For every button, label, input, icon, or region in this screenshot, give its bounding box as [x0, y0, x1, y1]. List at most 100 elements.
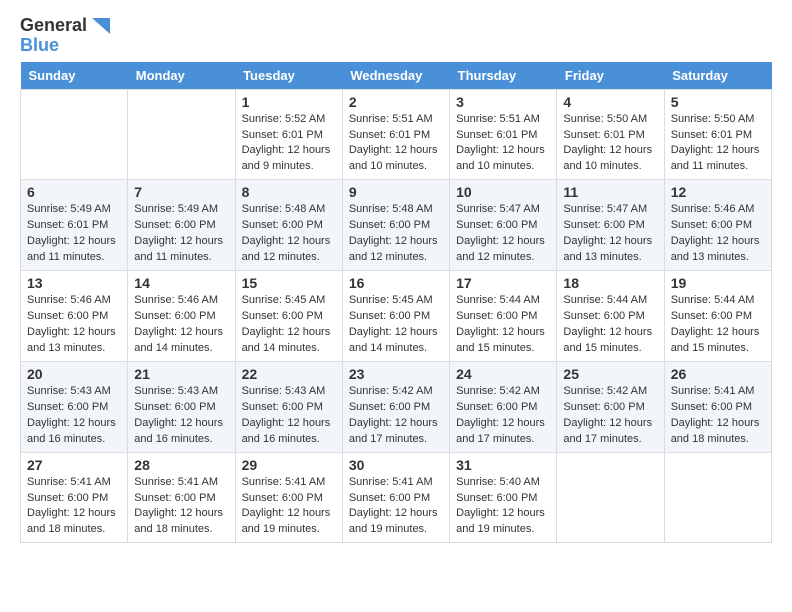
calendar-cell: 2 Sunrise: 5:51 AMSunset: 6:01 PMDaylight…	[342, 89, 449, 180]
day-info: Sunrise: 5:48 AMSunset: 6:00 PMDaylight:…	[242, 202, 336, 266]
calendar-cell: 12 Sunrise: 5:46 AMSunset: 6:00 PMDayligh…	[664, 180, 771, 271]
logo-text: General Blue	[20, 16, 110, 56]
day-info: Sunrise: 5:41 AMSunset: 6:00 PMDaylight:…	[242, 475, 336, 539]
day-number: 15	[242, 275, 336, 291]
page-header: General Blue	[20, 16, 772, 56]
calendar-cell: 17 Sunrise: 5:44 AMSunset: 6:00 PMDayligh…	[450, 271, 557, 362]
day-info: Sunrise: 5:51 AMSunset: 6:01 PMDaylight:…	[456, 112, 550, 176]
day-info: Sunrise: 5:46 AMSunset: 6:00 PMDaylight:…	[671, 202, 765, 266]
weekday-header-saturday: Saturday	[664, 62, 771, 90]
day-info: Sunrise: 5:47 AMSunset: 6:00 PMDaylight:…	[456, 202, 550, 266]
day-info: Sunrise: 5:42 AMSunset: 6:00 PMDaylight:…	[456, 384, 550, 448]
calendar-cell: 22 Sunrise: 5:43 AMSunset: 6:00 PMDayligh…	[235, 361, 342, 452]
day-number: 22	[242, 366, 336, 382]
calendar-cell: 19Sunrise: 5:44 AMSunset: 6:00 PMDayligh…	[664, 271, 771, 362]
day-number: 20	[27, 366, 121, 382]
calendar-week-2: 6 Sunrise: 5:49 AMSunset: 6:01 PMDaylight…	[21, 180, 772, 271]
day-info: Sunrise: 5:43 AMSunset: 6:00 PMDaylight:…	[27, 384, 121, 448]
day-number: 16	[349, 275, 443, 291]
day-info: Sunrise: 5:41 AMSunset: 6:00 PMDaylight:…	[349, 475, 443, 539]
day-number: 10	[456, 184, 550, 200]
calendar-cell: 25Sunrise: 5:42 AMSunset: 6:00 PMDayligh…	[557, 361, 664, 452]
day-number: 29	[242, 457, 336, 473]
day-info: Sunrise: 5:43 AMSunset: 6:00 PMDaylight:…	[134, 384, 228, 448]
calendar-cell: 16 Sunrise: 5:45 AMSunset: 6:00 PMDayligh…	[342, 271, 449, 362]
day-info: Sunrise: 5:42 AMSunset: 6:00 PMDaylight:…	[349, 384, 443, 448]
day-number: 23	[349, 366, 443, 382]
weekday-header-thursday: Thursday	[450, 62, 557, 90]
day-number: 11	[563, 184, 657, 200]
calendar-cell: 9 Sunrise: 5:48 AMSunset: 6:00 PMDaylight…	[342, 180, 449, 271]
calendar-week-5: 27 Sunrise: 5:41 AMSunset: 6:00 PMDayligh…	[21, 452, 772, 543]
calendar-table: SundayMondayTuesdayWednesdayThursdayFrid…	[20, 62, 772, 544]
day-number: 5	[671, 94, 765, 110]
calendar-cell: 8Sunrise: 5:48 AMSunset: 6:00 PMDaylight…	[235, 180, 342, 271]
day-number: 2	[349, 94, 443, 110]
day-info: Sunrise: 5:44 AMSunset: 6:00 PMDaylight:…	[456, 293, 550, 357]
day-info: Sunrise: 5:45 AMSunset: 6:00 PMDaylight:…	[242, 293, 336, 357]
weekday-header-monday: Monday	[128, 62, 235, 90]
day-info: Sunrise: 5:51 AMSunset: 6:01 PMDaylight:…	[349, 112, 443, 176]
logo: General Blue	[20, 16, 110, 56]
day-info: Sunrise: 5:41 AMSunset: 6:00 PMDaylight:…	[671, 384, 765, 448]
calendar-cell: 23 Sunrise: 5:42 AMSunset: 6:00 PMDayligh…	[342, 361, 449, 452]
weekday-header-sunday: Sunday	[21, 62, 128, 90]
day-info: Sunrise: 5:47 AMSunset: 6:00 PMDaylight:…	[563, 202, 657, 266]
day-number: 30	[349, 457, 443, 473]
calendar-cell: 26 Sunrise: 5:41 AMSunset: 6:00 PMDayligh…	[664, 361, 771, 452]
calendar-cell	[557, 452, 664, 543]
calendar-cell: 4 Sunrise: 5:50 AMSunset: 6:01 PMDaylight…	[557, 89, 664, 180]
day-info: Sunrise: 5:49 AMSunset: 6:01 PMDaylight:…	[27, 202, 121, 266]
calendar-cell: 31Sunrise: 5:40 AMSunset: 6:00 PMDayligh…	[450, 452, 557, 543]
day-number: 17	[456, 275, 550, 291]
day-number: 28	[134, 457, 228, 473]
day-number: 27	[27, 457, 121, 473]
calendar-cell: 5 Sunrise: 5:50 AMSunset: 6:01 PMDaylight…	[664, 89, 771, 180]
day-info: Sunrise: 5:48 AMSunset: 6:00 PMDaylight:…	[349, 202, 443, 266]
day-info: Sunrise: 5:44 AMSunset: 6:00 PMDaylight:…	[563, 293, 657, 357]
calendar-cell: 1Sunrise: 5:52 AMSunset: 6:01 PMDaylight…	[235, 89, 342, 180]
calendar-cell: 30 Sunrise: 5:41 AMSunset: 6:00 PMDayligh…	[342, 452, 449, 543]
calendar-cell: 28 Sunrise: 5:41 AMSunset: 6:00 PMDayligh…	[128, 452, 235, 543]
calendar-cell: 14 Sunrise: 5:46 AMSunset: 6:00 PMDayligh…	[128, 271, 235, 362]
calendar-cell: 29 Sunrise: 5:41 AMSunset: 6:00 PMDayligh…	[235, 452, 342, 543]
day-info: Sunrise: 5:43 AMSunset: 6:00 PMDaylight:…	[242, 384, 336, 448]
day-number: 21	[134, 366, 228, 382]
calendar-cell: 27Sunrise: 5:41 AMSunset: 6:00 PMDayligh…	[21, 452, 128, 543]
calendar-cell: 6 Sunrise: 5:49 AMSunset: 6:01 PMDaylight…	[21, 180, 128, 271]
day-number: 13	[27, 275, 121, 291]
day-info: Sunrise: 5:46 AMSunset: 6:00 PMDaylight:…	[27, 293, 121, 357]
calendar-cell: 20 Sunrise: 5:43 AMSunset: 6:00 PMDayligh…	[21, 361, 128, 452]
calendar-cell: 24 Sunrise: 5:42 AMSunset: 6:00 PMDayligh…	[450, 361, 557, 452]
day-info: Sunrise: 5:45 AMSunset: 6:00 PMDaylight:…	[349, 293, 443, 357]
day-number: 19	[671, 275, 765, 291]
day-info: Sunrise: 5:49 AMSunset: 6:00 PMDaylight:…	[134, 202, 228, 266]
calendar-week-3: 13 Sunrise: 5:46 AMSunset: 6:00 PMDayligh…	[21, 271, 772, 362]
day-number: 12	[671, 184, 765, 200]
day-number: 18	[563, 275, 657, 291]
day-info: Sunrise: 5:41 AMSunset: 6:00 PMDaylight:…	[134, 475, 228, 539]
calendar-cell: 11 Sunrise: 5:47 AMSunset: 6:00 PMDayligh…	[557, 180, 664, 271]
day-number: 14	[134, 275, 228, 291]
weekday-header-friday: Friday	[557, 62, 664, 90]
day-info: Sunrise: 5:42 AMSunset: 6:00 PMDaylight:…	[563, 384, 657, 448]
day-number: 26	[671, 366, 765, 382]
day-number: 31	[456, 457, 550, 473]
weekday-header-row: SundayMondayTuesdayWednesdayThursdayFrid…	[21, 62, 772, 90]
day-number: 6	[27, 184, 121, 200]
day-number: 3	[456, 94, 550, 110]
day-number: 9	[349, 184, 443, 200]
day-info: Sunrise: 5:50 AMSunset: 6:01 PMDaylight:…	[671, 112, 765, 176]
day-number: 24	[456, 366, 550, 382]
day-number: 4	[563, 94, 657, 110]
day-info: Sunrise: 5:46 AMSunset: 6:00 PMDaylight:…	[134, 293, 228, 357]
calendar-cell	[21, 89, 128, 180]
weekday-header-tuesday: Tuesday	[235, 62, 342, 90]
calendar-cell: 7 Sunrise: 5:49 AMSunset: 6:00 PMDaylight…	[128, 180, 235, 271]
weekday-header-wednesday: Wednesday	[342, 62, 449, 90]
day-info: Sunrise: 5:50 AMSunset: 6:01 PMDaylight:…	[563, 112, 657, 176]
calendar-week-1: 1Sunrise: 5:52 AMSunset: 6:01 PMDaylight…	[21, 89, 772, 180]
calendar-week-4: 20 Sunrise: 5:43 AMSunset: 6:00 PMDayligh…	[21, 361, 772, 452]
day-number: 7	[134, 184, 228, 200]
calendar-cell	[128, 89, 235, 180]
